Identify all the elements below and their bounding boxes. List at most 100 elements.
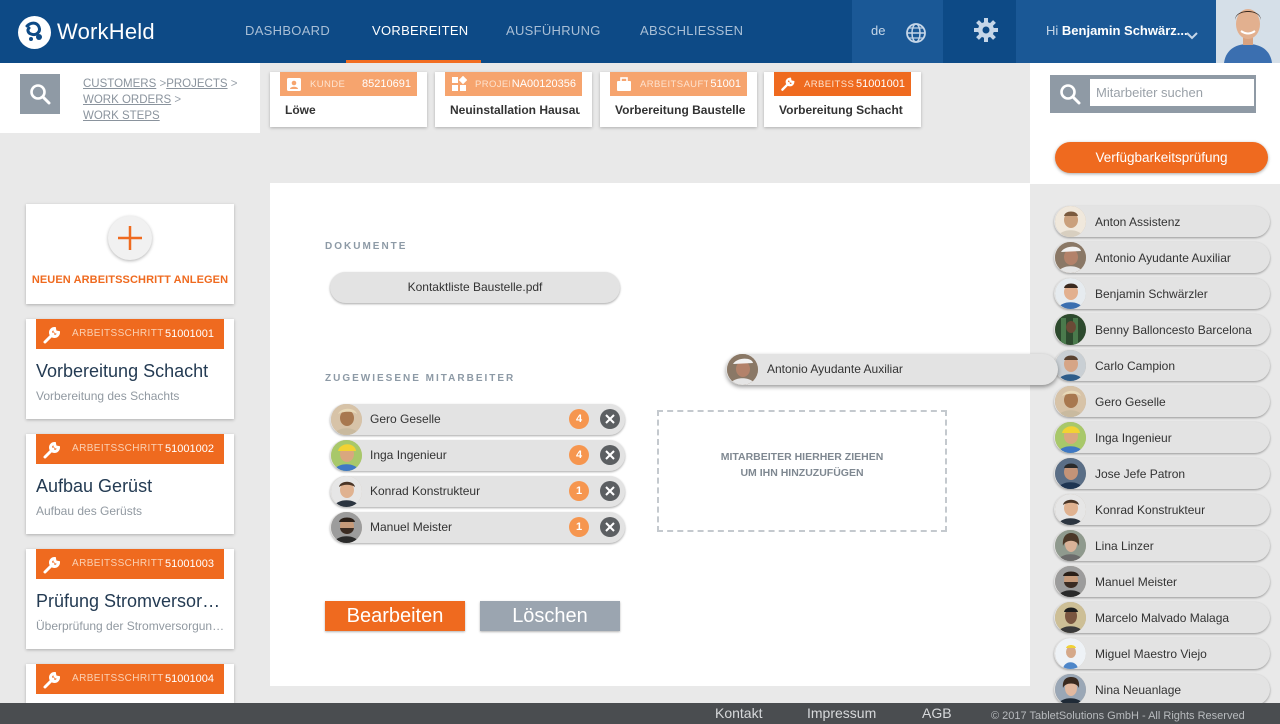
avatar xyxy=(1055,638,1086,669)
step-number: 51001004 xyxy=(165,673,214,685)
remove-icon[interactable] xyxy=(600,481,620,501)
wrench-icon xyxy=(42,670,62,695)
employee-list-item[interactable]: Marcelo Malvado Malaga xyxy=(1054,602,1270,633)
step-tag: ARBEITSSCHRITT 51001004 xyxy=(36,664,224,694)
language-selector[interactable]: de xyxy=(852,0,943,63)
nav-vorbereiten[interactable]: VORBEREITEN xyxy=(372,0,468,63)
settings-gear-icon[interactable] xyxy=(973,17,999,48)
context-tag: ARBEITSSCHRITT 51001001 xyxy=(774,72,911,96)
employee-list-item[interactable]: Gero Geselle xyxy=(1054,386,1270,417)
employee-list-item[interactable]: Benny Balloncesto Barcelona xyxy=(1054,314,1270,345)
breadcrumb: CUSTOMERS >PROJECTS > WORK ORDERS > WORK… xyxy=(83,76,237,124)
assigned-employee[interactable]: Gero Geselle 4 xyxy=(330,404,625,435)
search-icon xyxy=(30,84,51,105)
employee-search-input[interactable] xyxy=(1090,79,1254,106)
breadcrumb-work-orders[interactable]: WORK ORDERS xyxy=(83,94,171,106)
nav-abschliessen[interactable]: ABSCHLIESSEN xyxy=(640,0,743,63)
drop-hint-line-1: MITARBEITER HIERHER ZIEHEN xyxy=(720,451,884,463)
work-step-card[interactable]: ARBEITSSCHRITT 51001001 Vorbereitung Sch… xyxy=(26,319,234,419)
avatar xyxy=(1055,278,1086,309)
employee-name: Miguel Maestro Viejo xyxy=(1095,647,1207,661)
employee-list-item[interactable]: Manuel Meister xyxy=(1054,566,1270,597)
search-button[interactable] xyxy=(20,74,60,114)
employee-name: Nina Neuanlage xyxy=(1095,683,1182,697)
breadcrumb-separator: > xyxy=(174,94,182,106)
avatar xyxy=(1055,602,1086,633)
assignment-count-badge: 1 xyxy=(569,481,589,501)
employee-list-item[interactable]: Carlo Campion xyxy=(1054,350,1270,381)
briefcase-icon xyxy=(616,76,632,96)
employee-list-item[interactable]: Nina Neuanlage xyxy=(1054,674,1270,705)
step-type: ARBEITSSCHRITT xyxy=(72,443,164,454)
remove-icon[interactable] xyxy=(600,409,620,429)
employee-search-button[interactable] xyxy=(1050,75,1090,113)
employee-name: Lina Linzer xyxy=(1095,539,1154,553)
work-step-card[interactable]: ARBEITSSCHRITT 51001002 Aufbau Gerüst Au… xyxy=(26,434,234,534)
employee-list-item[interactable]: Lina Linzer xyxy=(1054,530,1270,561)
footer-link-agb[interactable]: AGB xyxy=(922,705,952,721)
new-work-step-card[interactable]: NEUEN ARBEITSSCHRITT ANLEGEN xyxy=(26,204,234,304)
work-step-card[interactable]: ARBEITSSCHRITT 51001003 Prüfung Stromver… xyxy=(26,549,234,649)
document-item[interactable]: Kontaktliste Baustelle.pdf xyxy=(330,272,620,303)
project-grid-icon xyxy=(451,75,468,96)
employee-drop-zone[interactable]: MITARBEITER HIERHER ZIEHEN UM IHN HINZUZ… xyxy=(657,410,947,532)
context-number: 85210691 xyxy=(360,78,411,90)
chevron-down-icon xyxy=(1186,27,1198,45)
employee-list-item[interactable]: Antonio Ayudante Auxiliar xyxy=(1054,242,1270,273)
step-title: Aufbau Gerüst xyxy=(36,476,153,496)
step-number: 51001001 xyxy=(165,328,214,340)
avatar xyxy=(1055,530,1086,561)
user-avatar[interactable] xyxy=(1216,0,1280,63)
assignment-count-badge: 1 xyxy=(569,517,589,537)
edit-button[interactable]: Bearbeiten xyxy=(325,601,465,631)
dragged-employee[interactable]: Antonio Ayudante Auxiliar xyxy=(726,354,1058,385)
avatar xyxy=(1055,674,1086,705)
employee-list-item[interactable]: Jose Jefe Patron xyxy=(1054,458,1270,489)
workheld-logo[interactable]: WorkHeld xyxy=(18,15,155,49)
context-title: Neuinstallation Hausauf xyxy=(450,103,580,117)
context-card-project[interactable]: PROJEKT NA00120356 Neuinstallation Hausa… xyxy=(435,72,592,127)
footer-link-impressum[interactable]: Impressum xyxy=(807,705,876,721)
breadcrumb-customers[interactable]: CUSTOMERS xyxy=(83,78,156,90)
avatar xyxy=(331,440,362,471)
employee-name: Inga Ingenieur xyxy=(1095,431,1172,445)
employee-name: Gero Geselle xyxy=(370,412,441,426)
context-card-work-step[interactable]: ARBEITSSCHRITT 51001001 Vorbereitung Sch… xyxy=(764,72,921,127)
context-card-customer[interactable]: KUNDE 85210691 Löwe xyxy=(270,72,427,127)
add-icon xyxy=(108,216,152,260)
avatar xyxy=(1055,350,1086,381)
remove-icon[interactable] xyxy=(600,517,620,537)
top-navigation-bar: WorkHeld DASHBOARD VORBEREITEN AUSFÜHRUN… xyxy=(0,0,1280,63)
logo-text: WorkHeld xyxy=(57,19,155,44)
assigned-employee[interactable]: Konrad Konstrukteur 1 xyxy=(330,476,625,507)
nav-dashboard[interactable]: DASHBOARD xyxy=(245,0,330,63)
footer-link-kontakt[interactable]: Kontakt xyxy=(715,705,762,721)
active-tab-indicator xyxy=(346,60,481,63)
context-card-work-order[interactable]: ARBEITSAUFTRAG 51001 Vorbereitung Bauste… xyxy=(600,72,757,127)
context-tag: KUNDE 85210691 xyxy=(280,72,417,96)
footer: Kontakt Impressum AGB © 2017 TabletSolut… xyxy=(0,703,1280,724)
employee-name: Manuel Meister xyxy=(370,520,453,534)
breadcrumb-projects[interactable]: PROJECTS xyxy=(166,78,227,90)
nav-ausfuehrung[interactable]: AUSFÜHRUNG xyxy=(506,0,601,63)
breadcrumb-work-steps[interactable]: WORK STEPS xyxy=(83,110,160,122)
assigned-employee[interactable]: Inga Ingenieur 4 xyxy=(330,440,625,471)
employee-list-item[interactable]: Benjamin Schwärzler xyxy=(1054,278,1270,309)
user-menu[interactable]: Hi Benjamin Schwärz... xyxy=(1016,0,1216,63)
globe-icon xyxy=(905,22,927,49)
remove-icon[interactable] xyxy=(600,445,620,465)
employee-list-item[interactable]: Konrad Konstrukteur xyxy=(1054,494,1270,525)
employee-list-item[interactable]: Inga Ingenieur xyxy=(1054,422,1270,453)
avatar xyxy=(1055,206,1086,237)
delete-button[interactable]: Löschen xyxy=(480,601,620,631)
employee-list-item[interactable]: Miguel Maestro Viejo xyxy=(1054,638,1270,669)
avatar xyxy=(331,404,362,435)
wrench-icon xyxy=(780,76,796,96)
work-step-card[interactable]: ARBEITSSCHRITT 51001004 xyxy=(26,664,234,703)
avatar xyxy=(1055,566,1086,597)
assigned-employee[interactable]: Manuel Meister 1 xyxy=(330,512,625,543)
wrench-icon xyxy=(42,325,62,350)
employee-name: Antonio Ayudante Auxiliar xyxy=(1095,251,1231,265)
employee-list-item[interactable]: Anton Assistenz xyxy=(1054,206,1270,237)
availability-check-button[interactable]: Verfügbarkeitsprüfung xyxy=(1055,142,1268,173)
